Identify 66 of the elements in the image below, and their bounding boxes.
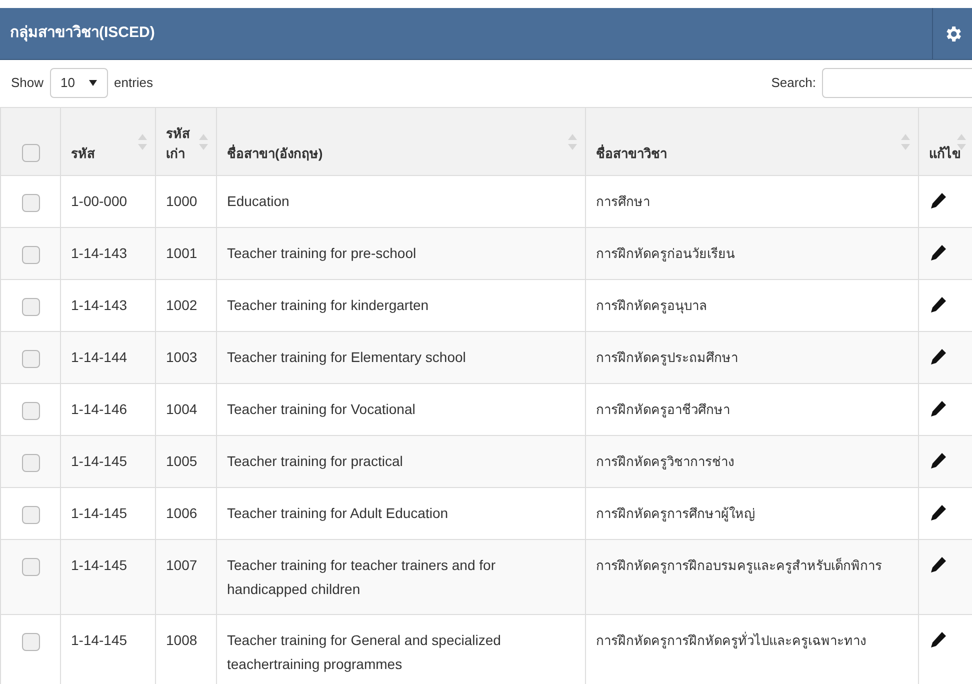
- edit-icon[interactable]: [929, 400, 947, 418]
- english-name-cell: Education: [227, 193, 290, 209]
- checkbox[interactable]: [22, 633, 40, 652]
- old-code-cell: 1005: [166, 453, 198, 469]
- english-name-cell: Teacher training for kindergarten: [227, 297, 429, 313]
- column-header[interactable]: แก้ไข: [929, 144, 961, 163]
- checkbox[interactable]: [22, 144, 40, 162]
- checkbox[interactable]: [22, 506, 40, 524]
- code-cell: 1-14-145: [71, 505, 128, 521]
- edit-icon[interactable]: [929, 556, 947, 574]
- show-label: Show: [11, 74, 44, 92]
- code-cell: 1-14-146: [71, 401, 128, 417]
- page-length-select[interactable]: 10: [50, 68, 108, 98]
- english-name-cell: Teacher training for Vocational: [227, 401, 416, 417]
- code-cell: 1-14-145: [71, 557, 128, 573]
- caret-icon: [89, 80, 97, 86]
- english-name-cell: Teacher training for Elementary school: [227, 349, 466, 365]
- english-name-cell: Teacher training for teacher trainers and for handicapped children: [227, 557, 496, 597]
- old-code-cell: 1007: [166, 557, 198, 573]
- thai-name-cell: การศึกษา: [596, 194, 650, 209]
- thai-name-cell: การฝึกหัดครูการฝึกอบรมครูและครูสำหรับเด็กพิการ: [596, 558, 882, 573]
- edit-icon[interactable]: [929, 452, 947, 470]
- thai-name-cell: การฝึกหัดครูประถมศึกษา: [596, 350, 738, 365]
- code-cell: 1-14-145: [71, 453, 128, 469]
- english-name-cell: Teacher training for practical: [227, 453, 403, 469]
- thai-name-cell: การฝึกหัดครูวิชาการช่าง: [596, 454, 734, 469]
- thai-name-cell: การฝึกหัดครูก่อนวัยเรียน: [596, 246, 735, 261]
- edit-icon[interactable]: [929, 244, 947, 262]
- checkbox[interactable]: [22, 298, 40, 316]
- search-label: Search:: [771, 74, 816, 92]
- thai-name-cell: การฝึกหัดครูอาชีวศึกษา: [596, 402, 730, 417]
- english-name-cell: Teacher training for pre-school: [227, 245, 416, 261]
- column-header[interactable]: รหัส: [71, 144, 95, 163]
- code-cell: 1-14-144: [71, 349, 128, 365]
- code-cell: 1-14-143: [71, 297, 128, 313]
- entries-label: entries: [114, 74, 154, 92]
- thai-name-cell: การฝึกหัดครูอนุบาล: [596, 298, 707, 313]
- thai-name-cell: การฝึกหัดครูการฝึกหัดครูทั่วไปและครูเฉพาะทาง: [596, 633, 866, 648]
- old-code-cell: 1000: [166, 193, 198, 209]
- old-code-cell: 1001: [166, 245, 198, 261]
- column-header[interactable]: ชื่อสาขาวิชา: [596, 144, 667, 163]
- old-code-cell: 1002: [166, 297, 198, 313]
- panel-title: กลุ่มสาขาวิชา(ISCED): [9, 23, 156, 44]
- edit-icon[interactable]: [929, 348, 947, 366]
- column-header[interactable]: ชื่อสาขา(อังกฤษ): [227, 144, 323, 163]
- code-cell: 1-14-143: [71, 245, 128, 261]
- edit-icon[interactable]: [929, 296, 947, 314]
- checkbox[interactable]: [22, 350, 40, 368]
- edit-icon[interactable]: [929, 631, 947, 649]
- edit-icon[interactable]: [929, 192, 947, 210]
- old-code-cell: 1003: [166, 349, 198, 365]
- checkbox[interactable]: [22, 194, 40, 212]
- thai-name-cell: การฝึกหัดครูการศึกษาผู้ใหญ่: [596, 506, 755, 521]
- checkbox[interactable]: [22, 454, 40, 472]
- checkbox[interactable]: [22, 402, 40, 420]
- english-name-cell: Teacher training for Adult Education: [227, 505, 448, 521]
- search-field[interactable]: [822, 68, 972, 98]
- old-code-cell: 1006: [166, 505, 198, 521]
- english-name-cell: Teacher training for General and specialized teachertraining programmes: [227, 632, 501, 672]
- code-cell: 1-00-000: [71, 193, 128, 209]
- edit-icon[interactable]: [929, 504, 947, 522]
- checkbox[interactable]: [22, 246, 40, 264]
- old-code-cell: 1008: [166, 632, 198, 648]
- old-code-cell: 1004: [166, 401, 198, 417]
- code-cell: 1-14-145: [71, 632, 128, 648]
- checkbox[interactable]: [22, 558, 40, 576]
